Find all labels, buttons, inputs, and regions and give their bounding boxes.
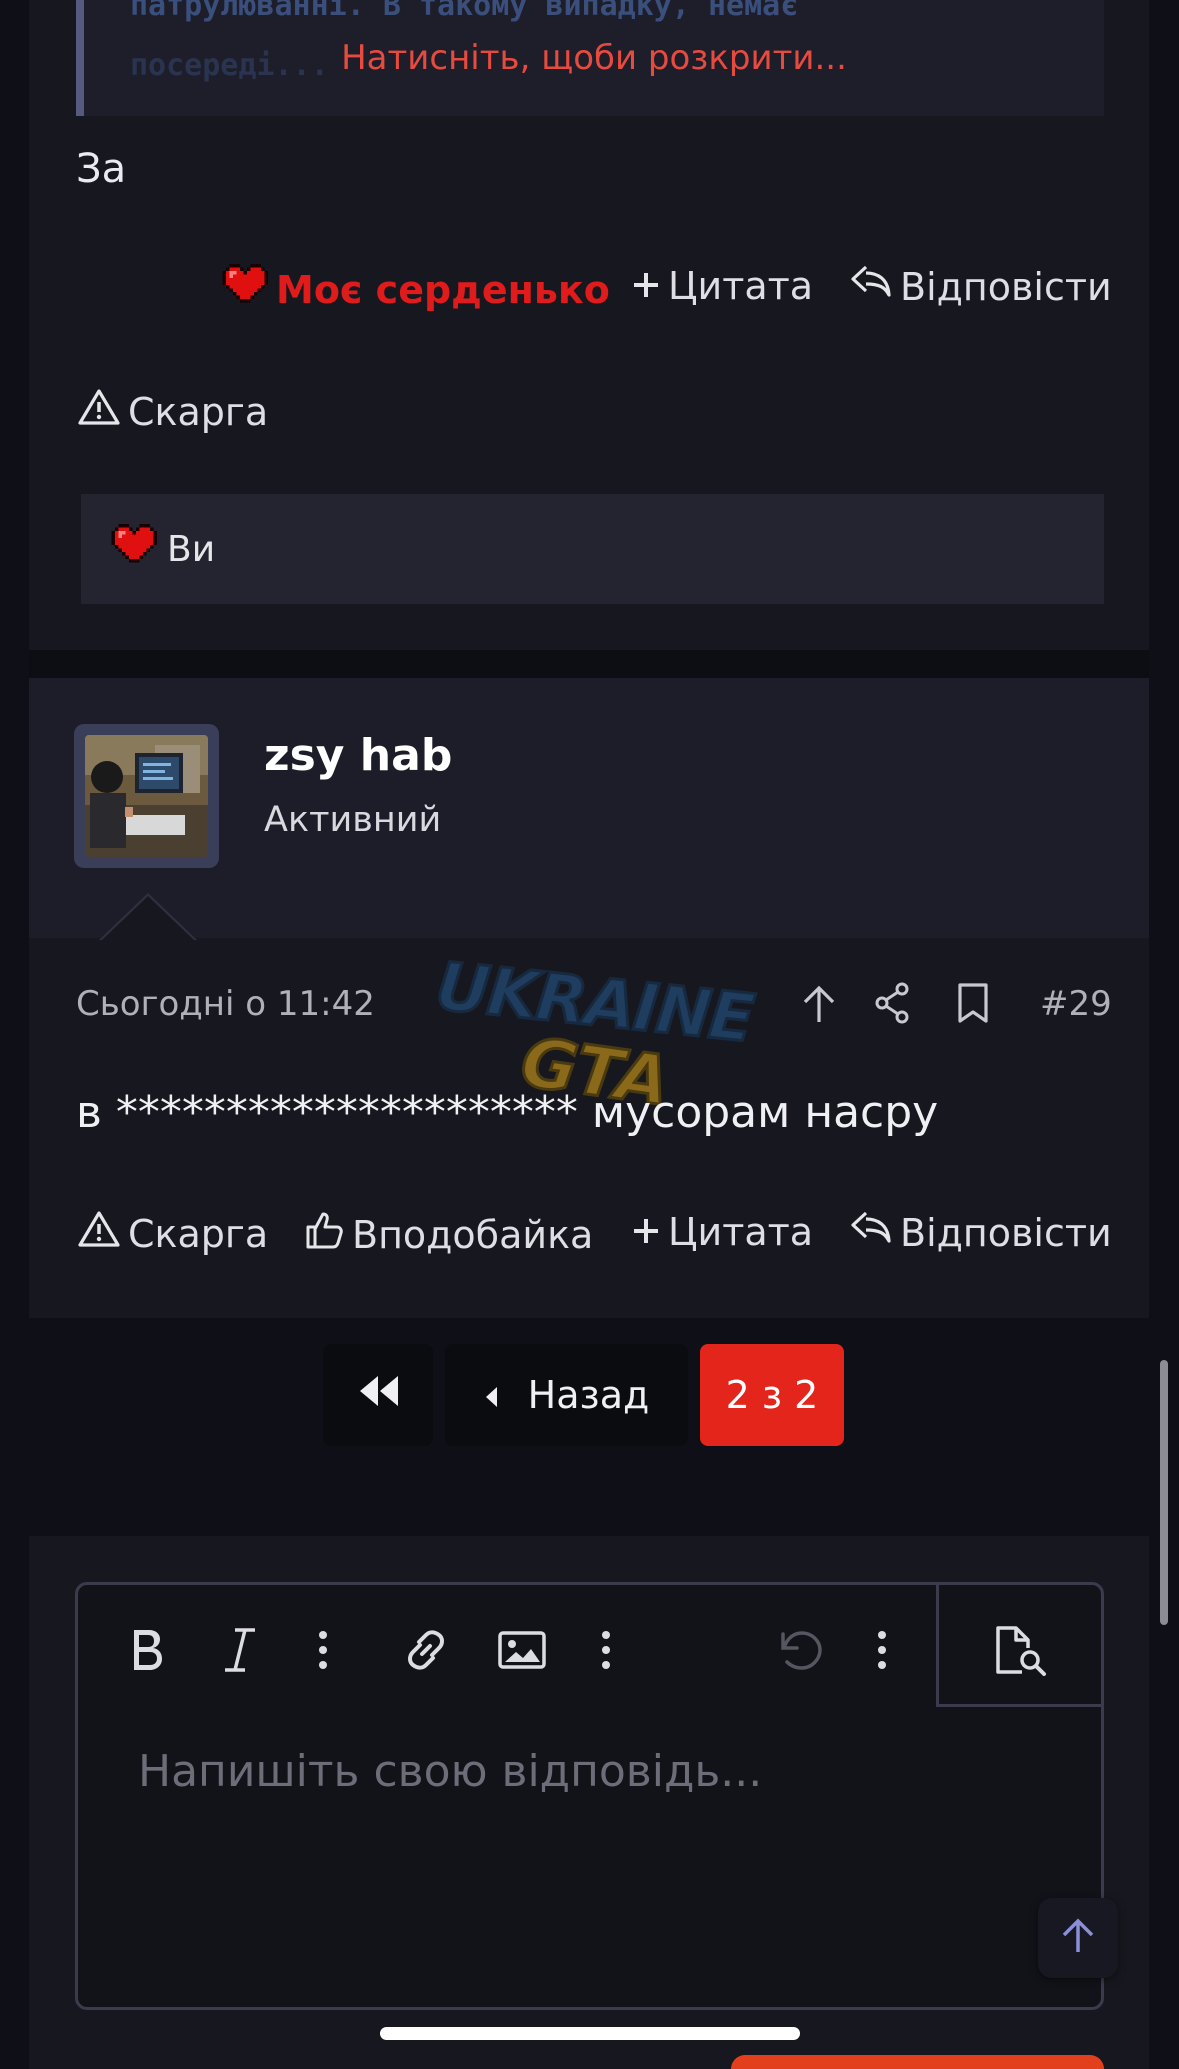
prev-page-label: Назад (527, 1373, 650, 1417)
avatar[interactable] (74, 724, 219, 868)
arrow-up-icon (1058, 1916, 1098, 1960)
preview-icon[interactable] (986, 1620, 1056, 1680)
quote-button[interactable]: Цитата (632, 264, 813, 308)
post-number[interactable]: #29 (1040, 984, 1112, 1024)
spoiler-block[interactable]: патрулюванні. В такому випадку, немає по… (76, 0, 1104, 116)
more-vertical-icon[interactable] (862, 1622, 902, 1678)
arrow-up-icon[interactable] (798, 984, 840, 1028)
avatar-image (85, 735, 208, 857)
reaction-label: Моє серденько (276, 267, 610, 312)
username[interactable]: zsy hab (264, 730, 452, 781)
quote-button[interactable]: Цитата (632, 1210, 813, 1254)
first-page-button[interactable] (323, 1344, 433, 1446)
submit-button[interactable] (731, 2055, 1104, 2069)
post-text: За (76, 146, 127, 192)
report-button[interactable]: Скарга (78, 388, 268, 435)
reply-button[interactable]: Відповісти (850, 264, 1112, 309)
italic-icon[interactable] (212, 1622, 268, 1678)
like-label: Вподобайка (352, 1212, 594, 1257)
reactions-bar[interactable]: Ви (81, 494, 1104, 604)
reply-icon (850, 1210, 892, 1255)
post-date[interactable]: Сьогодні о 11:42 (76, 984, 375, 1024)
thumbs-up-icon (304, 1210, 344, 1259)
plus-icon (632, 1210, 660, 1254)
image-icon[interactable] (492, 1622, 552, 1678)
reply-label: Відповісти (900, 1210, 1112, 1255)
current-page-indicator[interactable]: 2 з 2 (700, 1344, 844, 1446)
toolbar-divider (936, 1582, 939, 1706)
report-label: Скарга (128, 1211, 269, 1256)
quote-label: Цитата (668, 264, 814, 308)
plus-icon (632, 264, 660, 308)
reply-icon (850, 264, 892, 309)
post-text: в ********************* мусорам насру (76, 1087, 939, 1138)
like-button[interactable]: Вподобайка (304, 1210, 593, 1259)
warning-icon (78, 1210, 120, 1257)
header-arrow (102, 896, 194, 940)
toolbar-divider (936, 1704, 1104, 1707)
scroll-to-top-button[interactable] (1038, 1898, 1118, 1978)
post-separator (29, 650, 1149, 678)
quote-label: Цитата (668, 1210, 814, 1254)
reply-input-placeholder[interactable]: Напишіть свою відповідь... (138, 1746, 762, 1797)
report-button[interactable]: Скарга (78, 1210, 268, 1257)
spoiler-code-text: патрулюванні. В такому випадку, немає (130, 0, 799, 23)
first-page-icon (356, 1373, 400, 1417)
more-vertical-icon[interactable] (586, 1622, 626, 1678)
warning-icon (78, 388, 120, 435)
prev-page-button[interactable]: Назад (445, 1344, 688, 1446)
more-vertical-icon[interactable] (303, 1622, 343, 1678)
share-icon[interactable] (874, 982, 910, 1028)
reply-label: Відповісти (900, 264, 1112, 309)
scrollbar[interactable] (1160, 1360, 1168, 1625)
spoiler-reveal-link[interactable]: Натисніть, щоби розкрити... (84, 38, 1104, 78)
heart-icon (222, 264, 268, 315)
link-icon[interactable] (396, 1622, 456, 1678)
reaction-button[interactable]: Моє серденько (222, 264, 610, 315)
caret-left-icon (484, 1373, 498, 1417)
undo-icon[interactable] (770, 1622, 826, 1678)
reply-button[interactable]: Відповісти (850, 1210, 1112, 1255)
bold-icon[interactable] (118, 1622, 178, 1678)
user-title: Активний (264, 800, 442, 840)
home-indicator (380, 2027, 800, 2040)
reactions-user: Ви (167, 528, 216, 570)
report-label: Скарга (128, 389, 269, 434)
bookmark-icon[interactable] (956, 982, 990, 1028)
heart-icon (111, 523, 157, 575)
